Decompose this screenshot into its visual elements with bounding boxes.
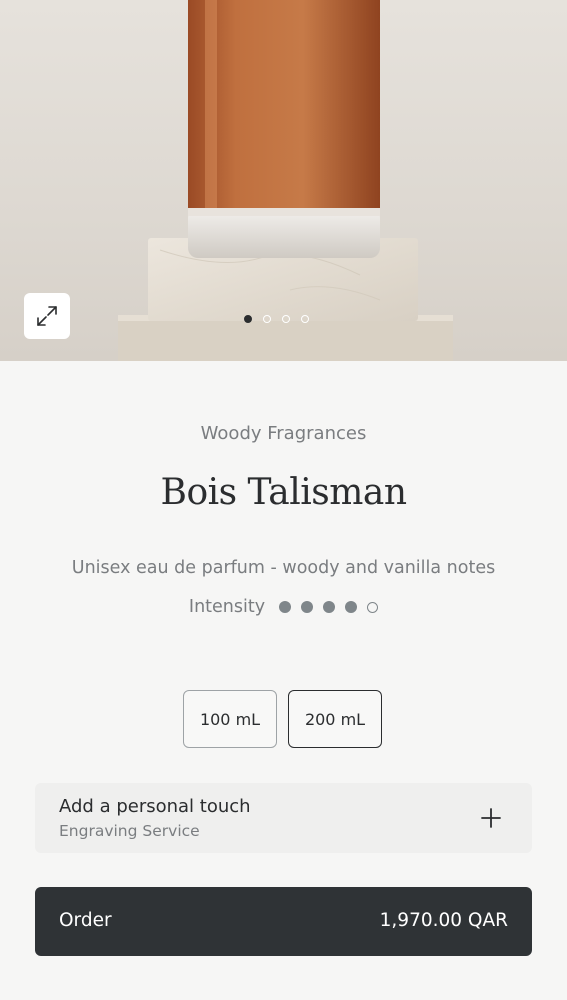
product-category: Woody Fragrances — [200, 423, 367, 444]
product-photo — [118, 0, 453, 361]
gallery-dot[interactable] — [282, 315, 290, 323]
size-selector: 100 mL 200 mL — [183, 690, 382, 748]
intensity-label: Intensity — [188, 597, 266, 617]
order-button[interactable]: Order 1,970.00 QAR — [35, 887, 532, 956]
gallery-pagination — [244, 313, 309, 325]
engraving-service-row[interactable]: Add a personal touch Engraving Service — [35, 783, 532, 853]
order-price: 1,970.00 QAR — [379, 910, 508, 931]
product-image-gallery[interactable] — [0, 0, 567, 361]
engraving-title: Add a personal touch — [59, 796, 251, 817]
gallery-dot[interactable] — [263, 315, 271, 323]
expand-arrows-icon — [37, 306, 57, 326]
intensity-dot-filled — [345, 601, 358, 613]
intensity-dot-filled — [301, 601, 314, 613]
gallery-dot[interactable] — [301, 315, 309, 323]
order-label: Order — [59, 910, 112, 931]
plus-icon[interactable] — [480, 807, 502, 829]
product-description: Unisex eau de parfum - woody and vanilla… — [71, 558, 496, 578]
intensity-dot-filled — [323, 601, 336, 613]
size-option-200ml[interactable]: 200 mL — [288, 690, 382, 748]
intensity-dot-empty — [367, 601, 379, 613]
intensity-dot-filled — [279, 601, 292, 613]
product-title: Bois Talisman — [160, 472, 407, 513]
engraving-subtitle: Engraving Service — [59, 822, 200, 840]
size-option-100ml[interactable]: 100 mL — [183, 690, 277, 748]
expand-image-button[interactable] — [24, 293, 70, 339]
intensity-rating: Intensity — [0, 597, 567, 617]
gallery-dot[interactable] — [244, 315, 252, 323]
